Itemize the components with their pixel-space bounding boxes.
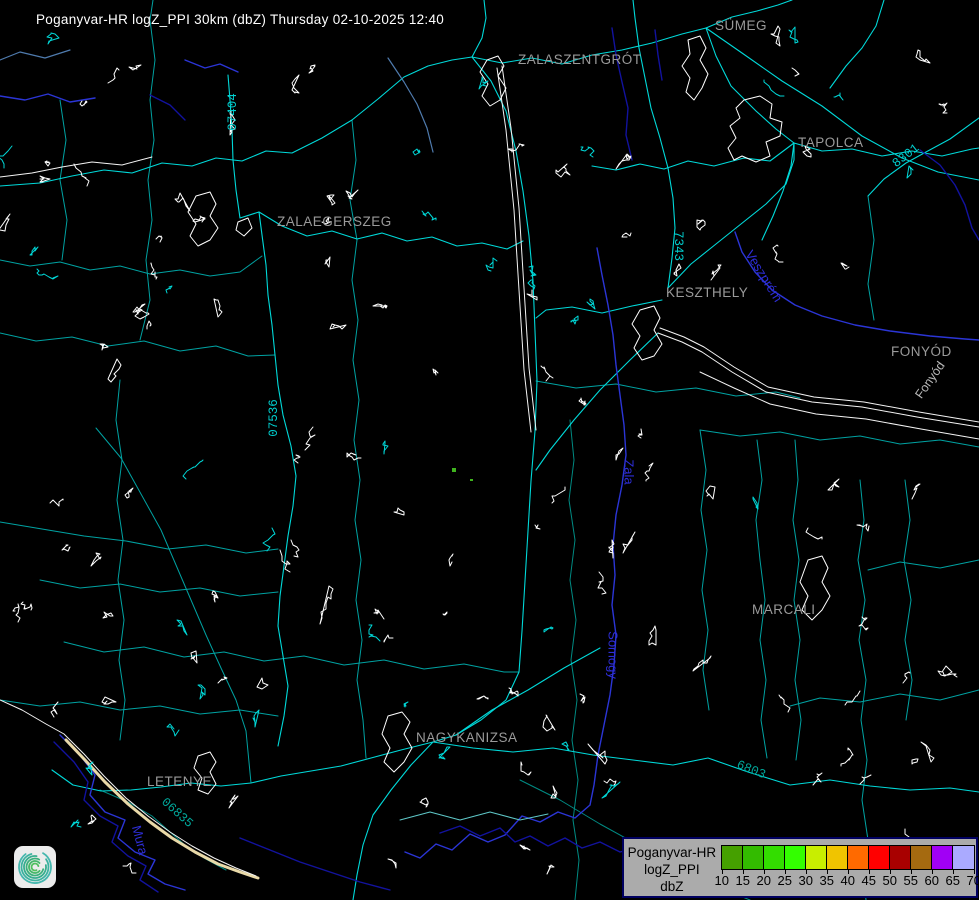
legend-tick-label: 35 <box>820 873 834 888</box>
city-label-letenye: LETENYE <box>147 774 212 789</box>
legend-tick-label: 55 <box>904 873 918 888</box>
legend-tick-label: 20 <box>757 873 771 888</box>
city-label-keszthely: KESZTHELY <box>666 285 748 300</box>
legend-color-cell <box>722 846 743 869</box>
legend-tick-label: 40 <box>841 873 855 888</box>
city-label-tapolca: TAPOLCA <box>798 135 864 150</box>
spiral-icon <box>13 845 57 889</box>
legend-product: logZ_PPI <box>624 861 720 878</box>
legend-tick-label: 65 <box>946 873 960 888</box>
legend-tick-label: 25 <box>778 873 792 888</box>
met-logo <box>13 845 57 889</box>
legend-color-cell <box>827 846 848 869</box>
city-label-fonyod: FONYÓD <box>891 344 952 359</box>
city-label-sumeg: SÜMEG <box>715 18 767 33</box>
legend-color-cell <box>932 846 953 869</box>
legend-bar-wrap: 10152025303540455055606570 <box>721 839 976 896</box>
city-label-marcali: MARCALI <box>752 602 816 617</box>
legend-ticks: 10152025303540455055606570 <box>721 870 975 888</box>
legend-tick-label: 10 <box>715 873 729 888</box>
settlement-squiggles <box>0 26 957 874</box>
legend-color-cell <box>764 846 785 869</box>
legend-color-cell <box>806 846 827 869</box>
product-title: Poganyvar-HR logZ_PPI 30km (dbZ) Thursda… <box>36 12 444 27</box>
legend-colorbar <box>721 845 975 870</box>
legend-tick-label: 45 <box>862 873 876 888</box>
legend-color-cell <box>911 846 932 869</box>
legend-tick-label: 15 <box>736 873 750 888</box>
legend-color-cell <box>785 846 806 869</box>
city-label-zalaszentgrot: ZALASZENTGRÓT <box>518 52 642 67</box>
road-number-label-7343: 7343 <box>671 231 685 261</box>
legend-tick-label: 30 <box>799 873 813 888</box>
legend-color-cell <box>848 846 869 869</box>
road-number-label-07404: 07404 <box>226 93 240 131</box>
road-number-label-07536: 07536 <box>267 399 281 437</box>
city-label-nagykanizsa: NAGYKANIZSA <box>416 730 518 745</box>
river-label-zala: Zala <box>622 459 637 484</box>
legend-unit: dbZ <box>624 878 720 895</box>
radar-display: Poganyvar-HR logZ_PPI 30km (dbZ) Thursda… <box>0 0 979 900</box>
legend-color-cell <box>953 846 974 869</box>
legend-site: Poganyvar-HR <box>624 844 720 861</box>
legend-tick-label: 70 <box>967 873 979 888</box>
colorbar-legend: Poganyvar-HR logZ_PPI dbZ 10 15 20 25 30 35 40… <box>622 837 978 898</box>
legend-color-cell <box>869 846 890 869</box>
radar-echo <box>452 456 484 481</box>
white-road-network <box>0 66 979 876</box>
legend-tick-label: 60 <box>925 873 939 888</box>
legend-text-block: Poganyvar-HR logZ_PPI dbZ <box>624 839 720 896</box>
legend-tick-label: 50 <box>883 873 897 888</box>
river-network <box>0 28 979 892</box>
legend-color-cell <box>890 846 911 869</box>
city-label-zalaegerszeg: ZALAEGERSZEG <box>277 214 392 229</box>
legend-color-cell <box>743 846 764 869</box>
river-label-somogy: Somogy <box>606 631 621 679</box>
